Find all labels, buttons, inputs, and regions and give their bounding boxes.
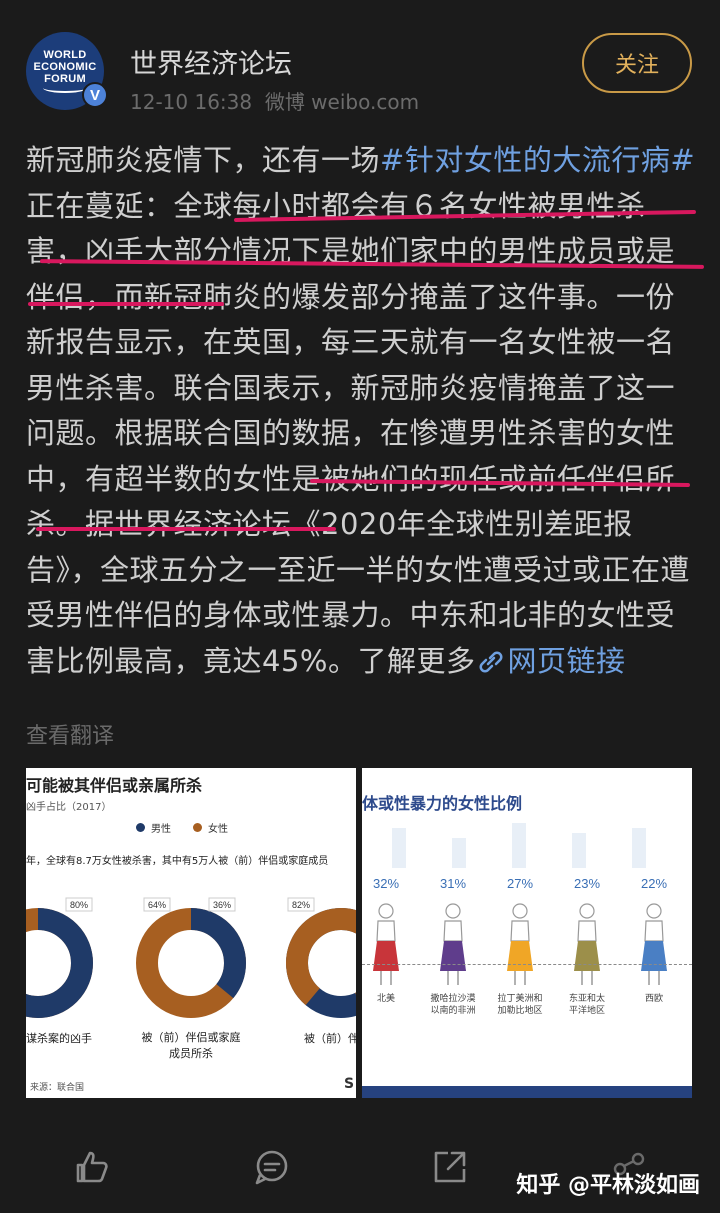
donut-1-male-ring	[26, 908, 93, 1018]
region-label-line-2: 平洋地区	[568, 1006, 605, 1016]
donut-3-label: 被（前）伴	[304, 1032, 356, 1045]
woman-figure-icon	[507, 903, 533, 985]
region-percent: 22%	[640, 876, 668, 891]
left-image-title: 可能被其伴侣或亲属所杀	[26, 776, 203, 795]
legend-male-label: 男性	[151, 824, 171, 835]
region-label: 东亚和太 平洋地区	[555, 993, 619, 1017]
legend-female-label: 女性	[208, 824, 228, 835]
region-label: 西欧	[622, 993, 686, 1005]
link-icon	[480, 651, 503, 672]
donut-3-female-pct: 82%	[292, 900, 310, 910]
highlight-underline	[36, 527, 336, 531]
region-percent: 32%	[372, 876, 400, 891]
left-image-corner-mark: S	[344, 1076, 355, 1092]
left-image-note: 年，全球有8.7万女性被杀害，其中有5万人被（前）伴侣或家庭成员	[26, 856, 329, 867]
donut-2-male-pct: 36%	[213, 900, 231, 910]
woman-figure-icon	[440, 903, 466, 985]
post-meta: 12-10 16:38 微博 weibo.com	[130, 86, 419, 115]
region-label-line-1: 东亚和太	[568, 994, 605, 1004]
zhihu-watermark: 知乎 @平林淡如画	[516, 1173, 700, 1198]
legend-female-swatch	[193, 823, 202, 832]
region-percent: 31%	[439, 876, 467, 891]
region-label: 北美	[362, 993, 418, 1005]
woman-figure-icon	[373, 903, 399, 985]
donut-2-label: 被（前）伴侣或家庭 成员所杀	[131, 1030, 251, 1062]
region-figure: 32% 北美	[364, 876, 408, 1005]
region-figure: 31% 撒哈拉沙漠以南的非洲	[430, 876, 475, 1017]
donut-2-female-pct: 64%	[148, 900, 166, 910]
image-thumbnail-violence-chart[interactable]: 体或性暴力的女性比例 32% 北美 31% 撒哈拉沙漠 以南的非洲 27% 拉丁美洲和 加勒比…	[362, 768, 692, 1098]
dashed-baseline	[362, 964, 692, 965]
legend-male-swatch	[136, 823, 145, 832]
legend: 男性 女性	[136, 820, 228, 835]
woman-figure-icon	[641, 903, 667, 985]
web-link-label: 网页链接	[507, 643, 626, 678]
donut-1-label: 谋杀案的凶手	[26, 1032, 92, 1045]
share-icon[interactable]	[428, 1145, 472, 1189]
donut-1-male-pct: 80%	[70, 900, 88, 910]
region-label: 撒哈拉沙漠以南的非洲	[421, 993, 485, 1017]
region-label: 拉丁美洲和加勒比地区	[488, 993, 552, 1017]
donut-2-label-line-2: 成员所杀	[169, 1047, 213, 1060]
highlight-underline	[28, 302, 224, 306]
donut-2-label-line-1: 被（前）伴侣或家庭	[141, 1031, 241, 1044]
left-image-source: 来源：联合国	[30, 1083, 85, 1093]
region-percent: 23%	[573, 876, 601, 891]
avatar-logo-arc	[43, 83, 87, 93]
post-source: 微博 weibo.com	[264, 90, 420, 114]
right-image-footer-bar	[362, 1086, 692, 1098]
avatar-logo-line-1: WORLD	[43, 49, 87, 61]
left-image-subtitle: 凶手占比（2017）	[26, 802, 112, 813]
region-figure: 27% 拉丁美洲和加勒比地区	[497, 876, 542, 1017]
post-timestamp: 12-10 16:38	[130, 90, 253, 114]
region-label-line-1: 北美	[376, 994, 395, 1004]
view-translation-link[interactable]: 查看翻译	[26, 718, 114, 750]
like-icon[interactable]	[70, 1145, 114, 1189]
web-link[interactable]: 网页链接	[475, 644, 625, 678]
author-name[interactable]: 世界经济论坛	[130, 42, 292, 81]
region-label-line-1: 拉丁美洲和	[497, 994, 543, 1004]
woman-figure-icon	[574, 903, 600, 985]
hashtag-link[interactable]: #针对女性的大流行病#	[380, 143, 695, 177]
region-label-line-1: 撒哈拉沙漠	[430, 994, 476, 1004]
verified-badge-icon: V	[82, 82, 108, 108]
post-header: WORLD ECONOMIC FORUM V 世界经济论坛 12-10 16:3…	[0, 0, 720, 120]
post-text: 新冠肺炎疫情下，还有一场#针对女性的大流行病#正在蔓延：全球每小时都会有６名女性…	[26, 138, 696, 684]
region-percent: 27%	[506, 876, 534, 891]
comment-icon[interactable]	[250, 1145, 294, 1189]
image-thumbnail-donut-charts[interactable]: 可能被其伴侣或亲属所杀 凶手占比（2017） 男性 女性 年，全球有8.7万女性…	[26, 768, 356, 1098]
region-figure: 23% 东亚和太平洋地区	[565, 876, 609, 1017]
region-label-line-1: 西欧	[644, 994, 663, 1004]
region-label-line-2: 以南的非洲	[430, 1006, 476, 1016]
region-label-line-2: 加勒比地区	[497, 1006, 543, 1016]
region-figure: 22% 西欧	[632, 876, 676, 1005]
post-text-part-1: 新冠肺炎疫情下，还有一场	[26, 143, 381, 177]
follow-button[interactable]: 关注	[582, 33, 692, 93]
avatar-logo-line-2: ECONOMIC	[33, 61, 97, 73]
